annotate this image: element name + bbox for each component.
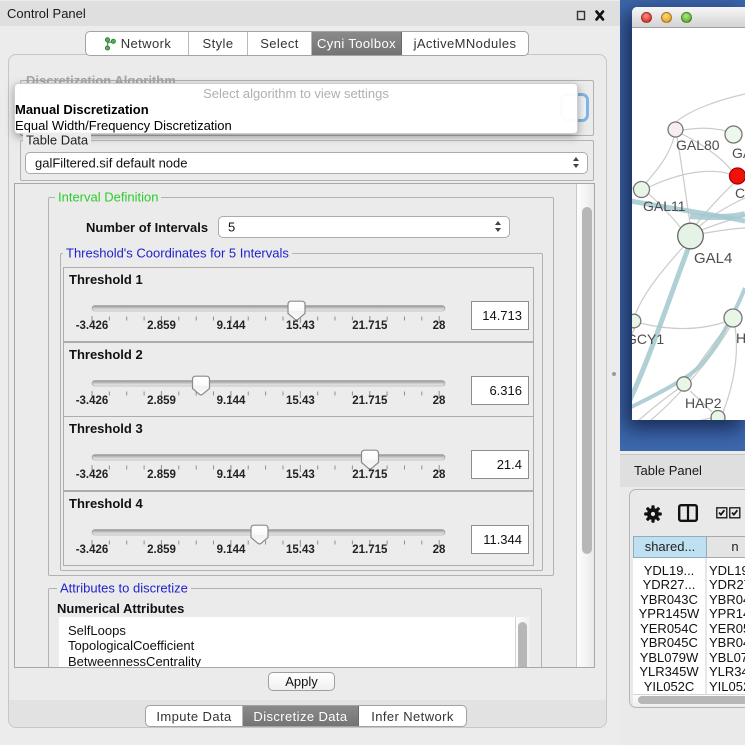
svg-text:HI: HI: [736, 330, 745, 346]
svg-text:GA: GA: [732, 145, 745, 161]
svg-text:GCY1: GCY1: [632, 331, 664, 347]
svg-text:CY: CY: [735, 185, 745, 201]
svg-text:HAP2: HAP2: [685, 395, 722, 411]
svg-text:GAL11: GAL11: [643, 198, 686, 214]
svg-text:GAL80: GAL80: [676, 137, 720, 153]
svg-text:GAL4: GAL4: [694, 250, 732, 267]
